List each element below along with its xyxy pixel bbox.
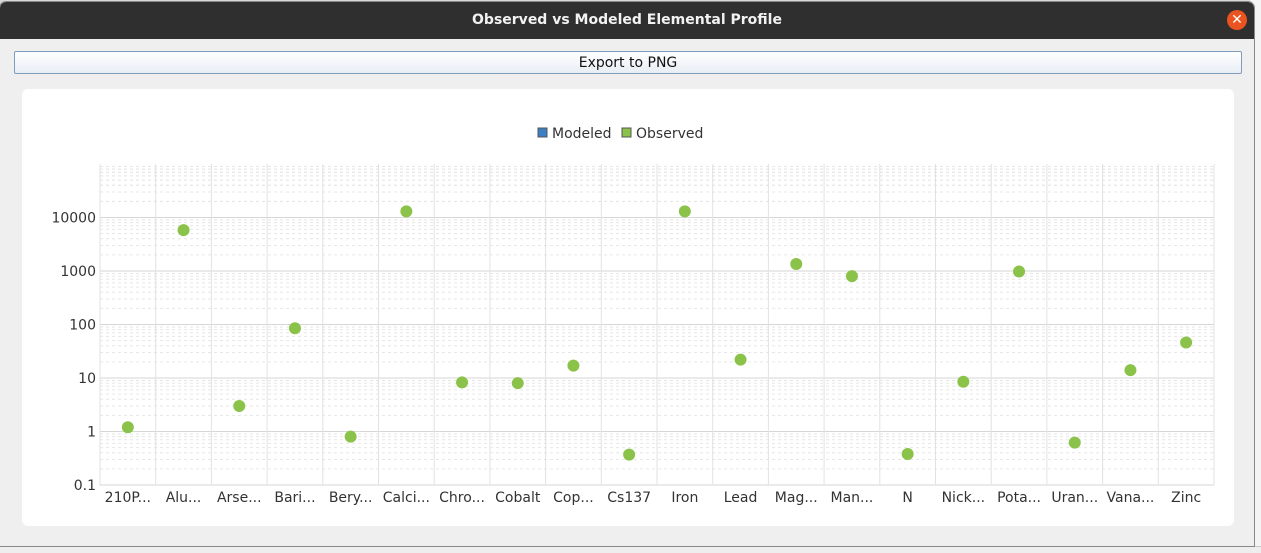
- x-tick-label: Cs137: [607, 490, 651, 506]
- data-point-observed: [678, 205, 691, 218]
- x-tick-label: 210P...: [105, 490, 151, 506]
- data-point-observed: [121, 421, 134, 434]
- x-tick-label: Nick...: [942, 490, 986, 506]
- y-tick-label: 1000: [60, 264, 96, 280]
- window-title: Observed vs Modeled Elemental Profile: [472, 12, 782, 28]
- data-point-observed: [344, 430, 357, 443]
- x-tick-label: Chro...: [439, 490, 485, 506]
- x-tick-label: Cobalt: [495, 490, 541, 506]
- chart-panel: 0.1 1 10 100 1000 10000 210P... Alu... Arse... Ba…: [22, 89, 1234, 526]
- x-tick-label: Cop...: [553, 490, 594, 506]
- data-point-observed: [456, 376, 469, 389]
- y-tick-label: 100: [69, 318, 96, 334]
- x-tick-label: Lead: [724, 490, 758, 506]
- x-tick-label: Bery...: [329, 490, 373, 506]
- legend-swatch-observed: [621, 127, 632, 138]
- x-tick-label: Mag...: [775, 490, 818, 506]
- x-tick-label: Man...: [831, 490, 874, 506]
- data-point-observed: [901, 447, 914, 460]
- export-png-button[interactable]: Export to PNG: [14, 51, 1242, 74]
- x-tick-label: Zinc: [1171, 490, 1201, 506]
- x-tick-label: Uran...: [1051, 490, 1098, 506]
- data-point-observed: [567, 359, 580, 372]
- data-point-observed: [177, 224, 190, 237]
- data-point-observed: [623, 448, 636, 461]
- data-point-observed: [957, 375, 970, 388]
- scatter-chart: 0.1 1 10 100 1000 10000 210P... Alu... Arse... Ba…: [51, 126, 1215, 506]
- close-button[interactable]: ✕: [1227, 10, 1247, 30]
- x-tick-label: Iron: [671, 490, 698, 506]
- legend-label-observed: Observed: [636, 126, 703, 142]
- data-point-observed: [400, 205, 413, 218]
- data-point-observed: [288, 322, 301, 335]
- data-point-observed: [1124, 364, 1137, 377]
- data-point-observed: [1013, 265, 1026, 278]
- legend-swatch-modeled: [537, 127, 548, 138]
- data-point-observed: [511, 377, 524, 390]
- title-bar: Observed vs Modeled Elemental Profile ✕: [0, 2, 1254, 39]
- y-tick-label: 1: [87, 425, 96, 441]
- data-point-observed: [1180, 336, 1193, 349]
- y-tick-label: 0.1: [74, 478, 96, 494]
- data-point-observed: [734, 353, 747, 366]
- legend-label-modeled: Modeled: [552, 126, 612, 142]
- y-tick-label: 10: [78, 371, 96, 387]
- x-tick-label: Vana...: [1107, 490, 1155, 506]
- data-point-observed: [790, 258, 803, 271]
- dialog-window: Observed vs Modeled Elemental Profile ✕ …: [0, 2, 1254, 546]
- x-tick-label: Alu...: [166, 490, 202, 506]
- y-tick-label: 10000: [51, 211, 96, 227]
- x-tick-label: N: [902, 490, 912, 506]
- x-tick-label: Bari...: [274, 490, 315, 506]
- x-tick-label: Calci...: [383, 490, 430, 506]
- data-point-observed: [1068, 436, 1081, 449]
- x-tick-label: Pota...: [997, 490, 1041, 506]
- close-icon: ✕: [1231, 12, 1243, 28]
- x-tick-label: Arse...: [217, 490, 262, 506]
- data-point-observed: [233, 399, 246, 412]
- data-point-observed: [845, 270, 858, 283]
